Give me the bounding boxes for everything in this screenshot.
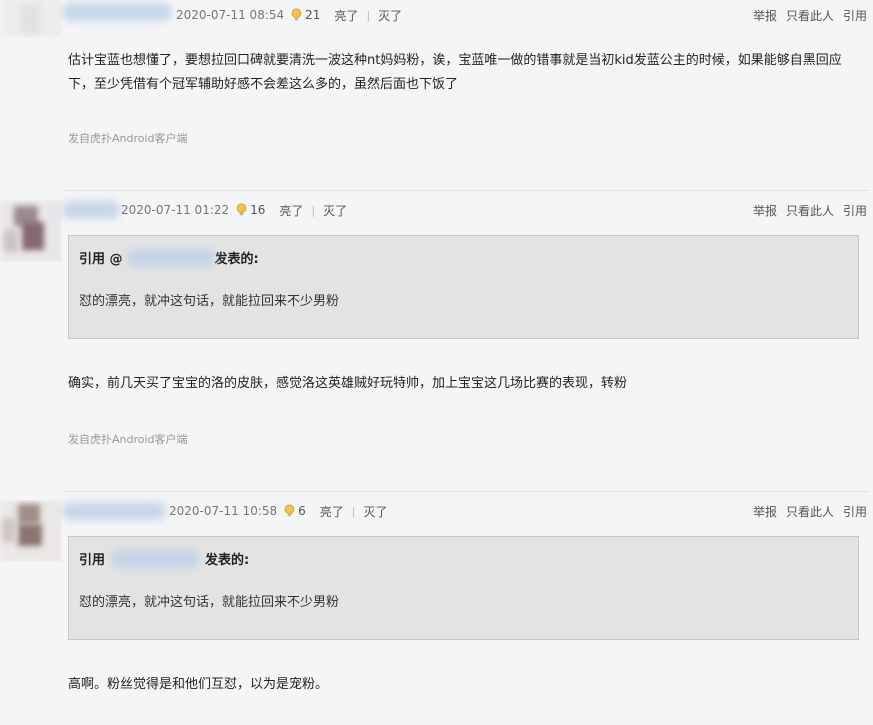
like-button[interactable]: 亮了 xyxy=(279,202,303,219)
post-actions: 举报 只看此人 引用 xyxy=(744,501,867,521)
dislike-button[interactable]: 灭了 xyxy=(323,202,347,219)
quote-header: 引用 发表的: xyxy=(79,549,249,568)
post-content: 估计宝蓝也想懂了，要想拉回口碑就要清洗一波这种nt妈妈粉，诶，宝蓝唯一做的错事就… xyxy=(68,53,842,92)
username-blurred[interactable] xyxy=(62,502,166,520)
quote-text: 怼的漂亮，就冲这句话，就能拉回来不少男粉 xyxy=(79,294,340,309)
post-content: 确实，前几天买了宝宝的洛的皮肤，感觉洛这英雄贼好玩特帅，加上宝宝这几场比赛的表现… xyxy=(68,376,628,391)
light-bulb-icon xyxy=(236,203,247,216)
post-3: 2020-07-11 10:58 6 亮了 | 灭了 举报 只看此人 引用 引用… xyxy=(0,491,873,725)
separator: | xyxy=(366,8,371,22)
separator: | xyxy=(351,504,356,518)
quote-text: 怼的漂亮，就冲这句话，就能拉回来不少男粉 xyxy=(79,595,340,610)
light-bulb-icon xyxy=(284,504,295,517)
quote-suffix: 发表的: xyxy=(214,252,259,267)
report-link[interactable]: 举报 xyxy=(753,7,777,24)
like-button[interactable]: 亮了 xyxy=(334,7,358,24)
post-time: 2020-07-11 01:22 xyxy=(121,203,230,217)
username-blurred[interactable] xyxy=(62,201,120,219)
separator: | xyxy=(311,203,316,217)
quote-prefix: 引用 @ xyxy=(79,252,123,267)
light-count: 21 xyxy=(305,8,321,22)
quoted-post: 引用 发表的: 怼的漂亮，就冲这句话，就能拉回来不少男粉 xyxy=(68,536,859,640)
report-link[interactable]: 举报 xyxy=(753,503,777,520)
light-count: 6 xyxy=(298,504,306,518)
quote-link[interactable]: 引用 xyxy=(843,7,867,24)
post-actions: 举报 只看此人 引用 xyxy=(744,200,867,220)
post-time: 2020-07-11 10:58 xyxy=(169,504,278,518)
quoted-username-blurred[interactable] xyxy=(126,248,215,267)
post-source: 发自虎扑Android客户端 xyxy=(68,132,188,145)
quote-link[interactable]: 引用 xyxy=(843,503,867,520)
post-meta: 2020-07-11 01:22 16 亮了 | 灭了 xyxy=(121,200,347,220)
quoted-username-blurred[interactable] xyxy=(111,549,200,568)
like-button[interactable]: 亮了 xyxy=(320,503,344,520)
post-source: 发自虎扑Android客户端 xyxy=(68,433,188,446)
avatar[interactable] xyxy=(0,500,62,562)
only-this-user-link[interactable]: 只看此人 xyxy=(786,7,834,24)
post-content: 高啊。粉丝觉得是和他们互怼，以为是宠粉。 xyxy=(68,677,329,692)
only-this-user-link[interactable]: 只看此人 xyxy=(786,202,834,219)
post-actions: 举报 只看此人 引用 xyxy=(744,5,867,25)
avatar[interactable] xyxy=(0,0,62,38)
post-time: 2020-07-11 08:54 xyxy=(176,8,285,22)
post-meta: 2020-07-11 10:58 6 亮了 | 灭了 xyxy=(169,501,388,521)
report-link[interactable]: 举报 xyxy=(753,202,777,219)
quote-header: 引用 @ 发表的: xyxy=(79,248,259,267)
only-this-user-link[interactable]: 只看此人 xyxy=(786,503,834,520)
light-count: 16 xyxy=(250,203,266,217)
avatar[interactable] xyxy=(0,200,62,262)
light-bulb-icon xyxy=(291,8,302,21)
username-blurred[interactable] xyxy=(62,3,172,21)
post-1: 2020-07-11 08:54 21 亮了 | 灭了 举报 只看此人 引用 估… xyxy=(0,0,873,180)
quote-prefix: 引用 xyxy=(79,553,106,568)
dislike-button[interactable]: 灭了 xyxy=(378,7,402,24)
post-meta: 2020-07-11 08:54 21 亮了 | 灭了 xyxy=(176,5,402,25)
quote-suffix: 发表的: xyxy=(205,553,250,568)
quoted-post: 引用 @ 发表的: 怼的漂亮，就冲这句话，就能拉回来不少男粉 xyxy=(68,235,859,339)
post-2: 2020-07-11 01:22 16 亮了 | 灭了 举报 只看此人 引用 引… xyxy=(0,190,873,490)
quote-link[interactable]: 引用 xyxy=(843,202,867,219)
dislike-button[interactable]: 灭了 xyxy=(364,503,388,520)
